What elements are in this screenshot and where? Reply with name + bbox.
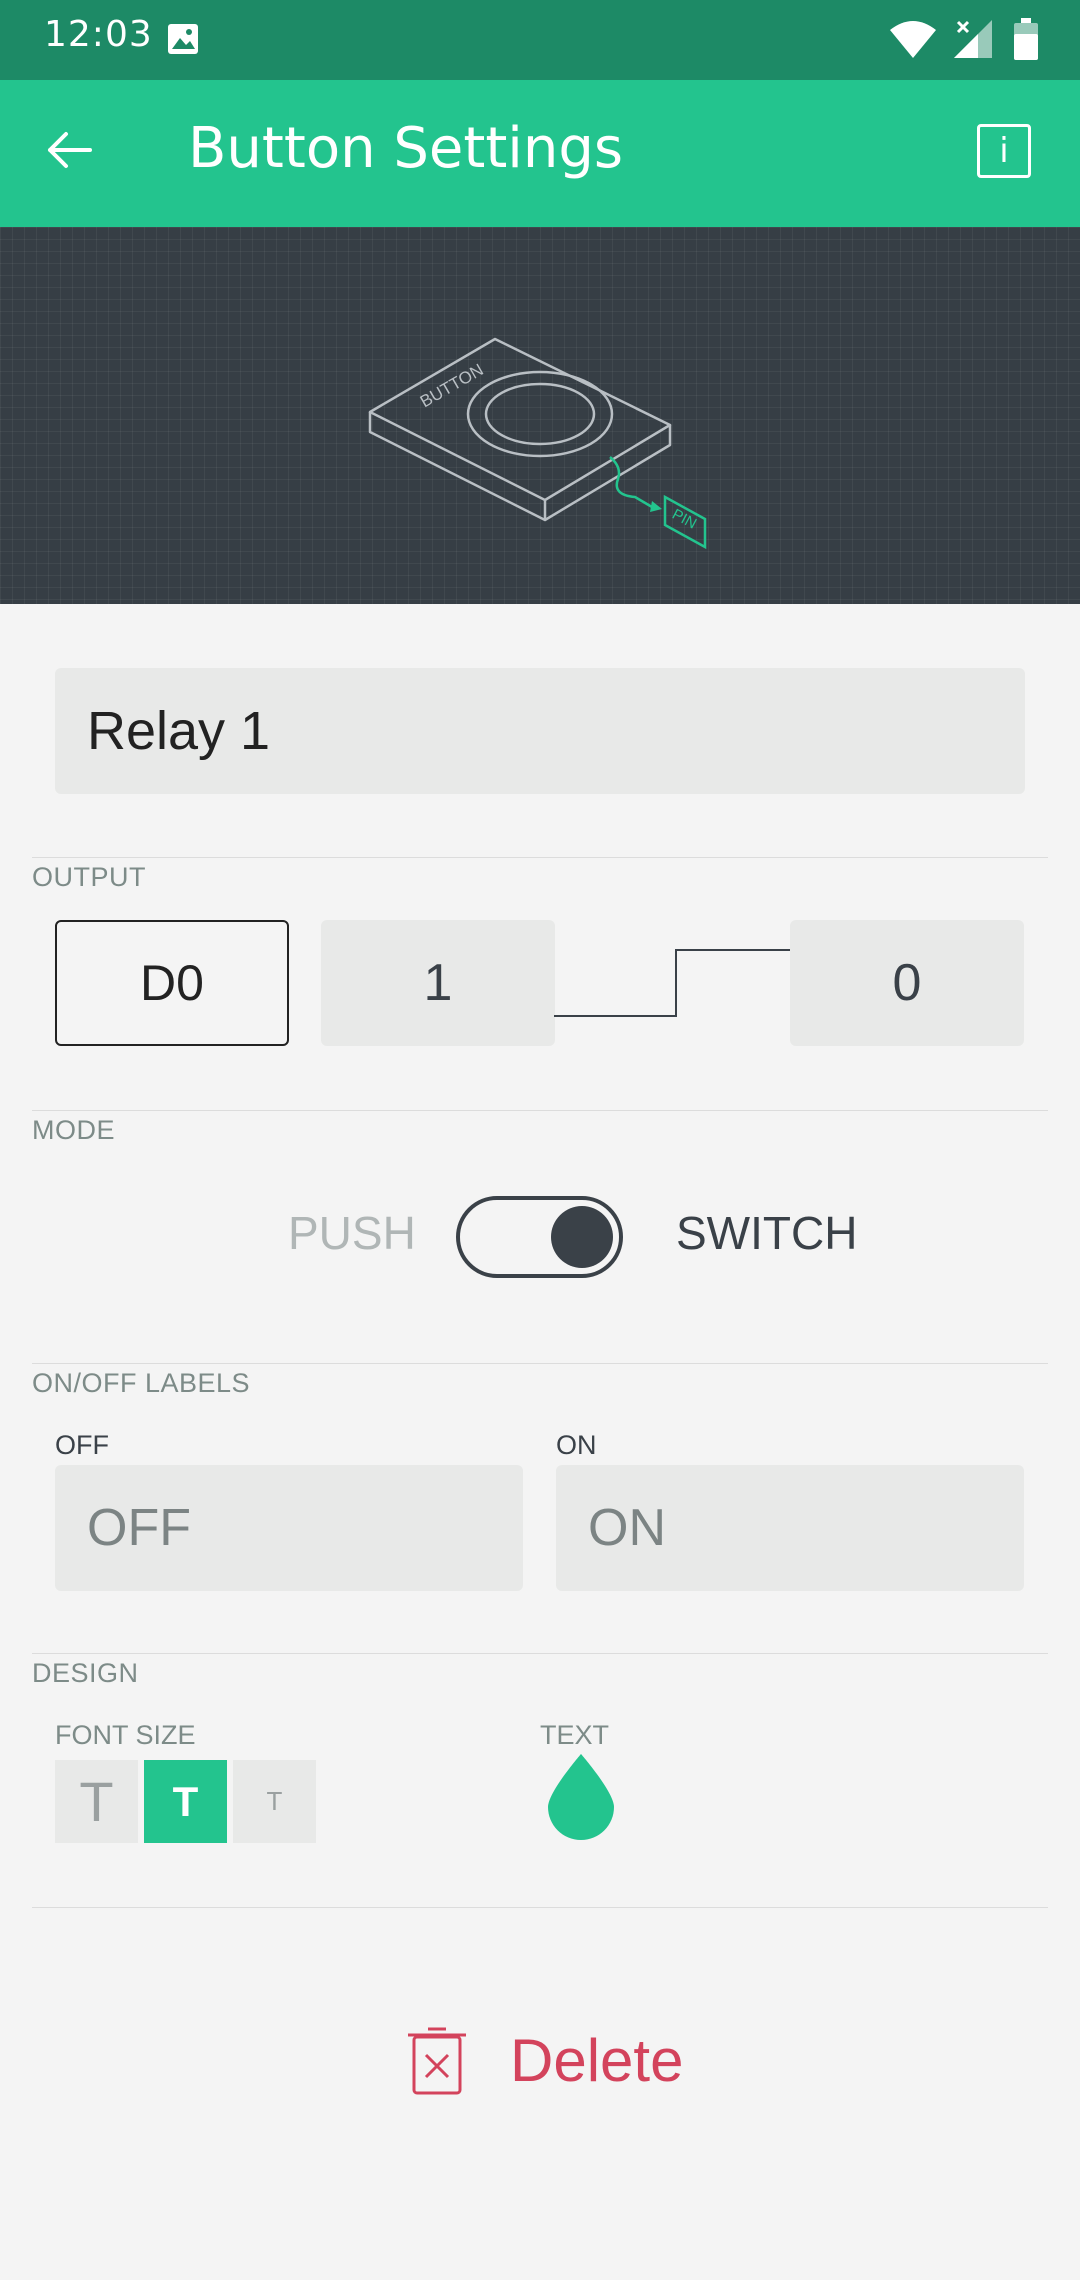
delete-label: Delete <box>510 2026 684 2094</box>
app-bar: Button Settings i <box>0 80 1080 227</box>
divider <box>32 1907 1048 1908</box>
signal-icon <box>952 18 994 64</box>
image-icon <box>166 22 200 60</box>
button-device-illustration: BUTTON PIN <box>368 337 707 550</box>
status-bar: 12:03 <box>0 0 1080 80</box>
font-size-medium-button[interactable]: T <box>144 1760 227 1843</box>
text-color-drop-icon[interactable] <box>546 1752 616 1840</box>
low-value-input[interactable]: 0 <box>790 920 1024 1046</box>
pin-select-button[interactable]: D0 <box>55 920 289 1046</box>
off-label-input[interactable]: OFF <box>55 1465 523 1591</box>
widget-illustration: BUTTON PIN <box>0 227 1080 604</box>
arrow-left-icon[interactable] <box>46 130 92 174</box>
battery-icon <box>1014 18 1038 64</box>
on-label-input[interactable]: ON <box>556 1465 1024 1591</box>
signal-waveform-icon <box>554 949 790 1017</box>
delete-button[interactable]: Delete <box>404 2010 683 2110</box>
high-value-input[interactable]: 1 <box>321 920 555 1046</box>
output-section-label: OUTPUT <box>32 862 146 892</box>
info-icon[interactable]: i <box>977 124 1031 178</box>
labels-section-label: ON/OFF LABELS <box>32 1368 251 1398</box>
text-color-label: TEXT <box>540 1720 610 1750</box>
design-section-label: DESIGN <box>32 1658 139 1688</box>
on-caption: ON <box>556 1430 597 1460</box>
mode-push-label[interactable]: PUSH <box>288 1206 416 1260</box>
font-size-small-button[interactable]: T <box>233 1760 316 1843</box>
off-caption: OFF <box>55 1430 109 1460</box>
font-size-large-button[interactable]: T <box>55 1760 138 1843</box>
divider <box>32 1110 1048 1111</box>
trash-icon <box>408 2027 466 2095</box>
mode-toggle[interactable] <box>456 1196 623 1278</box>
widget-name-input[interactable]: Relay 1 <box>55 668 1025 794</box>
mode-switch-label[interactable]: SWITCH <box>676 1206 857 1260</box>
font-size-label: FONT SIZE <box>55 1720 196 1750</box>
status-time: 12:03 <box>44 14 153 55</box>
divider <box>32 1363 1048 1364</box>
divider <box>32 857 1048 858</box>
device-label: BUTTON <box>417 360 487 411</box>
toggle-knob <box>551 1206 613 1268</box>
wifi-icon <box>888 20 938 64</box>
mode-section-label: MODE <box>32 1115 115 1145</box>
divider <box>32 1653 1048 1654</box>
page-title: Button Settings <box>188 116 624 181</box>
